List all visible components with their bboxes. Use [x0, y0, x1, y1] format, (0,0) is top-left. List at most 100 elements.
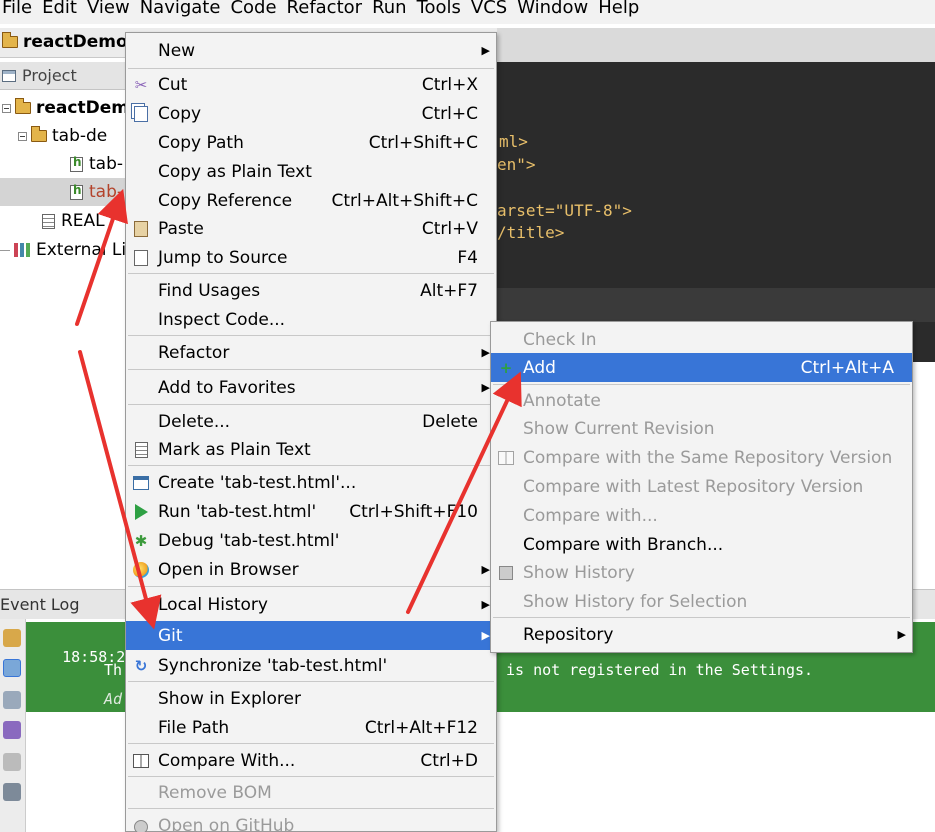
- menu-item-copy-path[interactable]: Copy Path Ctrl+Shift+C: [126, 128, 496, 157]
- git-item-annotate: Annotate: [491, 386, 912, 415]
- scroll-icon[interactable]: [3, 721, 21, 739]
- menu-item-copy-reference[interactable]: Copy Reference Ctrl+Alt+Shift+C: [126, 186, 496, 215]
- git-item-add[interactable]: + Add Ctrl+Alt+A: [491, 353, 912, 382]
- tree-item-file[interactable]: tab-: [70, 150, 123, 178]
- tree-item-folder[interactable]: tab-de: [18, 122, 107, 150]
- main-menubar: File Edit View Navigate Code Refactor Ru…: [0, 0, 935, 24]
- menu-item-add-to-favorites[interactable]: Add to Favorites ▶: [126, 373, 496, 402]
- menu-view[interactable]: View: [85, 0, 138, 18]
- menu-navigate[interactable]: Navigate: [138, 0, 229, 18]
- compare-icon: [131, 751, 151, 771]
- git-item-compare-same-version: Compare with the Same Repository Version: [491, 443, 912, 472]
- menu-item-label: Mark as Plain Text: [158, 439, 311, 460]
- collapse-icon[interactable]: [2, 103, 11, 113]
- menu-item-label: Show in Explorer: [158, 688, 301, 709]
- menu-item-mark-as-plain-text[interactable]: Mark as Plain Text: [126, 435, 496, 464]
- breadcrumb-project[interactable]: reactDemos: [1, 32, 138, 52]
- check-icon[interactable]: [3, 753, 21, 771]
- menu-item-delete[interactable]: Delete... Delete: [126, 407, 496, 436]
- menu-item-compare-with[interactable]: Compare With... Ctrl+D: [126, 746, 496, 775]
- collapse-icon[interactable]: [18, 131, 27, 141]
- menu-item-shortcut: Ctrl+Shift+F10: [349, 501, 478, 522]
- menu-separator: [493, 617, 910, 618]
- chevron-right-icon: ▶: [481, 629, 490, 642]
- menu-item-debug[interactable]: ✱ Debug 'tab-test.html': [126, 526, 496, 555]
- menu-item-cut[interactable]: ✂ Cut Ctrl+X: [126, 70, 496, 99]
- menu-separator: [128, 404, 494, 405]
- plain-text-icon: [131, 440, 151, 460]
- menu-item-show-in-explorer[interactable]: Show in Explorer: [126, 684, 496, 713]
- git-item-compare-with: Compare with...: [491, 501, 912, 530]
- menu-item-git[interactable]: Git ▶: [126, 621, 496, 650]
- project-panel-header[interactable]: Project: [0, 62, 130, 90]
- git-item-check-in: Check In: [491, 325, 912, 354]
- event-log-text: is not registered in the Settings.: [506, 661, 814, 679]
- menu-item-label: Cut: [158, 74, 188, 95]
- code-editor[interactable]: ml> en"> arset="UTF-8"> /title>: [497, 62, 935, 362]
- tree-item-root[interactable]: reactDem: [2, 94, 129, 122]
- menu-item-open-in-browser[interactable]: Open in Browser ▶: [126, 555, 496, 584]
- menu-item-copy[interactable]: Copy Ctrl+C: [126, 99, 496, 128]
- folder-icon: [14, 98, 31, 114]
- menu-item-paste[interactable]: Paste Ctrl+V: [126, 214, 496, 243]
- menu-code[interactable]: Code: [228, 0, 284, 18]
- tree-item-file-selected[interactable]: tab-: [0, 178, 130, 206]
- menu-item-jump-to-source[interactable]: Jump to Source F4: [126, 243, 496, 272]
- settings-icon[interactable]: [3, 629, 21, 647]
- menu-file[interactable]: File: [0, 0, 40, 18]
- event-log-link[interactable]: Ad: [104, 690, 122, 708]
- git-item-repository[interactable]: Repository ▶: [491, 620, 912, 649]
- menu-item-label: Show History: [523, 562, 635, 583]
- menu-item-label: Compare with...: [523, 505, 658, 526]
- menu-item-shortcut: Delete: [422, 411, 478, 432]
- git-item-show-history-selection: Show History for Selection: [491, 587, 912, 616]
- copy-icon: [131, 104, 151, 124]
- menu-item-label: Local History: [158, 594, 268, 615]
- menu-edit[interactable]: Edit: [40, 0, 85, 18]
- menu-item-shortcut: Ctrl+V: [421, 218, 478, 239]
- menu-item-label: Create 'tab-test.html'...: [158, 472, 357, 493]
- menu-item-label: Inspect Code...: [158, 309, 286, 330]
- project-tree: reactDem tab-de tab- tab- REAL External …: [0, 90, 130, 590]
- menu-item-inspect-code[interactable]: Inspect Code...: [126, 305, 496, 334]
- tree-item-external-libraries[interactable]: External Li: [0, 236, 126, 264]
- menu-item-copy-plain[interactable]: Copy as Plain Text: [126, 157, 496, 186]
- filter-icon[interactable]: [3, 691, 21, 709]
- menu-item-label: Find Usages: [158, 280, 261, 301]
- menu-separator: [128, 743, 494, 744]
- menu-item-create-config[interactable]: Create 'tab-test.html'...: [126, 468, 496, 497]
- menu-item-shortcut: Ctrl+C: [421, 103, 478, 124]
- menu-item-new[interactable]: New ▶: [126, 36, 496, 65]
- menu-item-refactor[interactable]: Refactor ▶: [126, 338, 496, 367]
- git-item-compare-with-branch[interactable]: Compare with Branch...: [491, 530, 912, 559]
- menu-window[interactable]: Window: [515, 0, 596, 18]
- menu-item-shortcut: F4: [457, 247, 478, 268]
- context-menu: New ▶ ✂ Cut Ctrl+X Copy Ctrl+C Copy Path…: [125, 32, 497, 832]
- menu-separator: [128, 369, 494, 370]
- scissors-icon: ✂: [134, 75, 148, 94]
- menu-item-shortcut: Ctrl+Shift+C: [368, 132, 478, 153]
- trash-icon[interactable]: [3, 783, 21, 801]
- menu-item-shortcut: Ctrl+X: [421, 74, 478, 95]
- menu-item-synchronize[interactable]: ↻ Synchronize 'tab-test.html': [126, 651, 496, 680]
- menu-item-label: Add to Favorites: [158, 377, 296, 398]
- menu-item-file-path[interactable]: File Path Ctrl+Alt+F12: [126, 713, 496, 742]
- tree-item-readme[interactable]: REAL: [42, 207, 105, 235]
- menu-item-remove-bom: Remove BOM: [126, 778, 496, 807]
- menu-item-label: Copy Reference: [158, 190, 293, 211]
- message-icon[interactable]: [3, 659, 21, 677]
- menu-run[interactable]: Run: [370, 0, 415, 18]
- git-submenu: Check In + Add Ctrl+Alt+A Annotate Show …: [490, 321, 913, 653]
- create-config-icon: [131, 473, 151, 493]
- menu-item-label: Debug 'tab-test.html': [158, 530, 340, 551]
- menu-item-run[interactable]: Run 'tab-test.html' Ctrl+Shift+F10: [126, 497, 496, 526]
- menu-vcs[interactable]: VCS: [469, 0, 515, 18]
- code-line: ml>: [499, 132, 528, 151]
- menu-item-shortcut: Ctrl+Alt+Shift+C: [331, 190, 478, 211]
- menu-help[interactable]: Help: [596, 0, 647, 18]
- menu-tools[interactable]: Tools: [415, 0, 469, 18]
- menu-refactor[interactable]: Refactor: [285, 0, 371, 18]
- menu-item-find-usages[interactable]: Find Usages Alt+F7: [126, 276, 496, 305]
- html-file-icon: [70, 183, 83, 200]
- menu-item-local-history[interactable]: Local History ▶: [126, 590, 496, 619]
